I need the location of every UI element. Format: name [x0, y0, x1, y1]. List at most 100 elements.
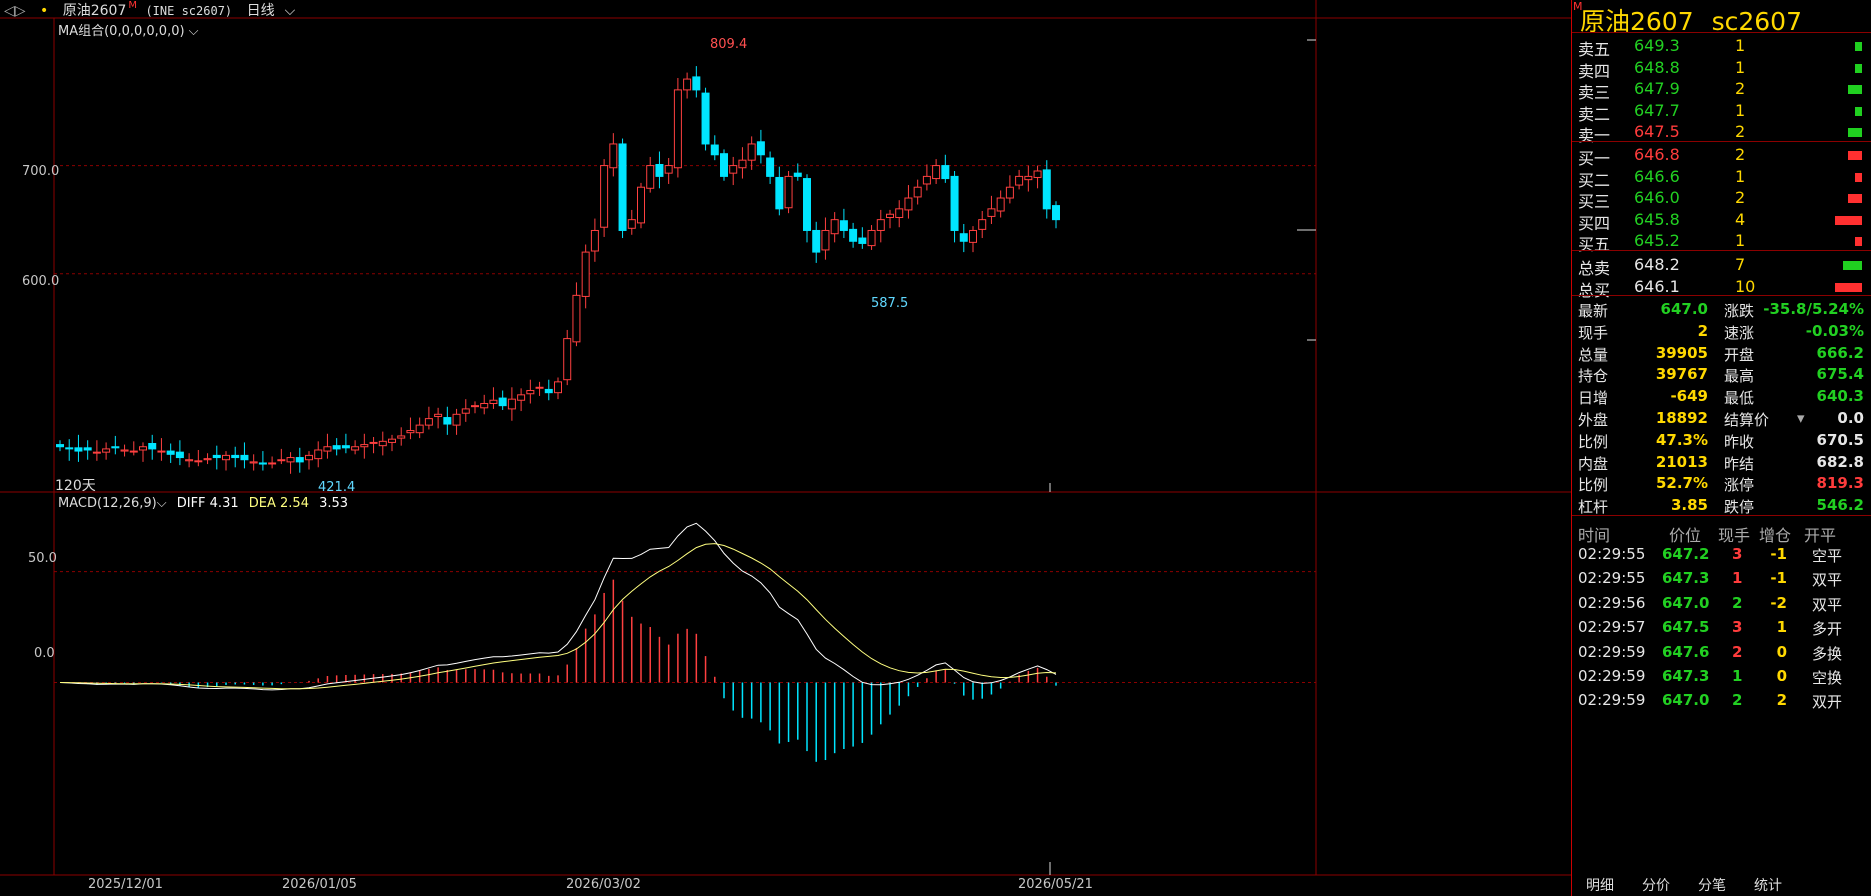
candle-body — [157, 450, 166, 453]
quote-value: 819.3 — [1816, 474, 1864, 493]
candle-body — [941, 165, 950, 180]
candle-body — [166, 450, 175, 455]
volume-bar — [1848, 128, 1862, 138]
kline-chart[interactable] — [0, 0, 1571, 896]
candle-body — [849, 228, 858, 242]
candle-body — [388, 438, 396, 443]
candle-body — [1042, 169, 1051, 210]
candle-body — [710, 144, 719, 156]
book-price: 646.1 — [1634, 276, 1680, 296]
candle-body — [56, 444, 64, 448]
candle-body — [609, 143, 618, 169]
period-label: 日线 — [246, 3, 275, 19]
book-volume: 2 — [1735, 122, 1746, 142]
tick-vol: 3 — [1732, 618, 1743, 637]
candle-body — [581, 251, 590, 297]
days-label: 120天 — [55, 478, 96, 494]
candle-body — [240, 454, 249, 461]
tick-price: 647.0 — [1662, 593, 1710, 612]
ma-dropdown[interactable]: MA组合(0,0,0,0,0,0) ⌵ — [58, 20, 199, 39]
tab-price[interactable]: 分价 — [1642, 875, 1670, 895]
candle-body — [415, 424, 424, 434]
mid-low-annotation: 587.5 — [871, 296, 909, 311]
candle-body — [673, 89, 682, 169]
candle-body — [295, 457, 304, 463]
tick-row[interactable]: 02:29:59 647.0 2 2 双开 — [1572, 688, 1871, 714]
tick-time: 02:29:55 — [1578, 569, 1646, 588]
tick-kind: 多换 — [1812, 644, 1843, 663]
candle-body — [148, 443, 157, 450]
quote-value: -649 — [1670, 387, 1708, 406]
nav-arrows-icon[interactable]: ◁▷ — [4, 3, 26, 19]
tick-delta: -1 — [1770, 569, 1787, 588]
book-price: 647.7 — [1634, 100, 1680, 120]
tick-row[interactable]: 02:29:56 647.0 2 -2 双平 — [1572, 591, 1871, 617]
candle-body — [664, 165, 673, 174]
candle-body — [655, 164, 664, 177]
tick-time: 02:29:59 — [1578, 642, 1646, 661]
quote-value: 546.2 — [1816, 496, 1864, 515]
candle-body — [443, 417, 452, 425]
candle-body — [74, 447, 83, 452]
chart-area[interactable]: ◁▷ • 原油2607 M (INE sc2607) 日线 ⌵ MA组合(0,0,0… — [0, 0, 1571, 896]
volume-bar — [1855, 172, 1862, 182]
tab-detail[interactable]: 明细 — [1586, 875, 1614, 895]
quote-value: 39905 — [1655, 343, 1708, 362]
candle-body — [102, 448, 111, 453]
candle-body — [526, 390, 535, 395]
chart-header: ◁▷ • 原油2607 M (INE sc2607) 日线 ⌵ — [0, 0, 315, 20]
volume-bar — [1834, 215, 1862, 225]
tick-time: 02:29:59 — [1578, 667, 1646, 685]
candle-body — [203, 458, 212, 461]
tick-vol: 1 — [1732, 667, 1743, 685]
candle-body — [83, 447, 92, 451]
volume-bar — [1855, 237, 1862, 247]
candle-body — [369, 441, 378, 444]
tick-vol: 3 — [1732, 545, 1743, 563]
candle-body — [314, 449, 323, 460]
tick-price: 647.5 — [1662, 618, 1710, 637]
book-volume: 10 — [1735, 276, 1756, 296]
tick-row[interactable]: 02:29:59 647.3 1 0 空换 — [1572, 664, 1871, 690]
tab-tick[interactable]: 分笔 — [1698, 875, 1726, 895]
candle-body — [775, 176, 784, 210]
candle-body — [175, 451, 184, 459]
candle-body — [720, 153, 728, 177]
quote-value: 647.0 — [1660, 300, 1708, 318]
quote-panel: M 原油2607 sc2607 卖五 649.3 1 卖四 648.8 1 卖三 647.9 2… — [1571, 0, 1871, 896]
quote-value: -35.8/5.24% — [1763, 300, 1864, 318]
quote-value: 670.5 — [1816, 430, 1864, 449]
candle-body — [517, 394, 526, 401]
tick-row[interactable]: 02:29:55 647.2 3 -1 空平 — [1572, 542, 1871, 568]
candle-body — [627, 219, 636, 229]
diff-value: DIFF 4.31 — [176, 496, 239, 511]
symbol-label: 原油2607 — [62, 3, 127, 19]
candle-body — [996, 197, 1005, 212]
candle-body — [461, 408, 470, 414]
book-price: 645.8 — [1634, 209, 1680, 229]
tab-stats[interactable]: 统计 — [1754, 875, 1782, 895]
candle-body — [111, 446, 120, 449]
tick-time: 02:29:55 — [1578, 545, 1646, 563]
macd-header[interactable]: MACD(12,26,9)⌵ DIFF 4.31 DEA 2.54 3.53 — [58, 496, 348, 511]
candle-body — [544, 388, 553, 394]
tick-delta: 2 — [1776, 691, 1787, 710]
candle-body — [904, 197, 913, 211]
low-annotation: 421.4 — [318, 480, 356, 495]
candle-body — [766, 157, 775, 177]
macd-tick-50: 50.0 — [28, 551, 57, 566]
tick-price: 647.3 — [1662, 569, 1710, 588]
candle-body — [185, 459, 194, 462]
tick-row[interactable]: 02:29:57 647.5 3 1 多开 — [1572, 615, 1871, 641]
candle-body — [803, 178, 811, 231]
candle-body — [812, 229, 821, 253]
panel-tabs: 明细 分价 分笔 统计 — [1572, 871, 1871, 896]
quote-value: 2 — [1697, 321, 1708, 340]
tick-row[interactable]: 02:29:55 647.3 1 -1 双平 — [1572, 566, 1871, 592]
tick-row[interactable]: 02:29:59 647.6 2 0 多换 — [1572, 640, 1871, 666]
candle-body — [839, 220, 848, 231]
period-dropdown[interactable]: 日线 ⌵ — [247, 3, 306, 19]
dropdown-icon[interactable]: ▾ — [1797, 409, 1805, 427]
tick-vol: 1 — [1732, 569, 1743, 588]
macd-value: 3.53 — [319, 496, 349, 511]
